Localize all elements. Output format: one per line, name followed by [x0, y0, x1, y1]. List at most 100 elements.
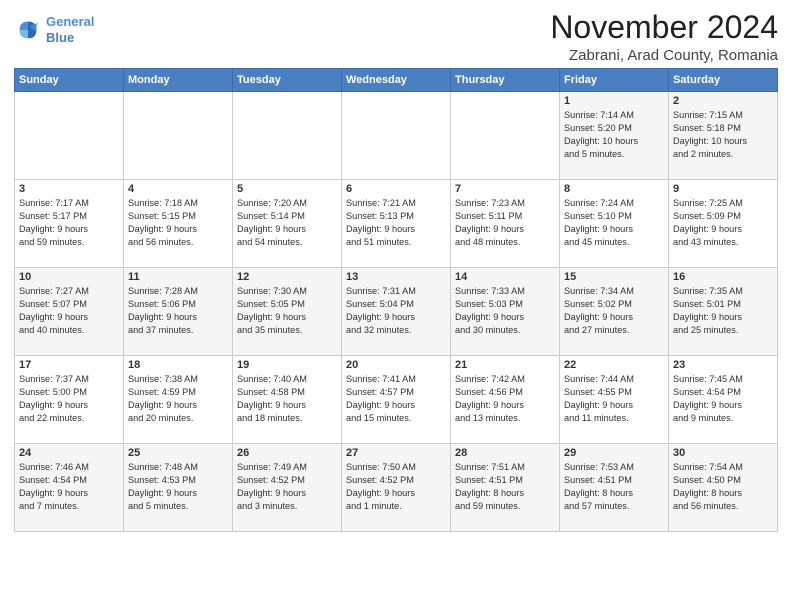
calendar-cell: 12Sunrise: 7:30 AM Sunset: 5:05 PM Dayli… — [233, 268, 342, 356]
day-number: 13 — [346, 271, 446, 283]
calendar-cell — [15, 92, 124, 180]
calendar-cell: 27Sunrise: 7:50 AM Sunset: 4:52 PM Dayli… — [342, 444, 451, 532]
day-info: Sunrise: 7:35 AM Sunset: 5:01 PM Dayligh… — [673, 285, 773, 337]
calendar-week-row: 17 Sunrise: 7:37 AM Sunset: 5:00 PM Dayli… — [15, 356, 778, 444]
day-info: Sunrise: 7:25 AM Sunset: 5:09 PM Dayligh… — [673, 197, 773, 249]
day-number: 9 — [673, 183, 773, 195]
day-number: 7 — [455, 183, 555, 195]
page: General Blue November 2024 Zabrani, Arad… — [0, 0, 792, 612]
calendar-cell: 14 Sunrise: 7:33 AM Sunset: 5:03 PM Dayli… — [451, 268, 560, 356]
calendar-cell: 29 Sunrise: 7:53 AM Sunset: 4:51 PM Dayli… — [560, 444, 669, 532]
logo-blue: Blue — [46, 30, 74, 45]
day-number: 1 — [564, 95, 664, 107]
weekday-header: Sunday — [15, 69, 124, 92]
title-section: November 2024 Zabrani, Arad County, Roma… — [550, 10, 778, 64]
calendar-cell: 15 Sunrise: 7:34 AM Sunset: 5:02 PM Dayli… — [560, 268, 669, 356]
calendar-cell: 23 Sunrise: 7:45 AM Sunset: 4:54 PM Dayli… — [669, 356, 778, 444]
calendar-cell: 1Sunrise: 7:14 AM Sunset: 5:20 PM Daylig… — [560, 92, 669, 180]
day-info: Sunrise: 7:37 AM Sunset: 5:00 PM Dayligh… — [19, 373, 119, 425]
calendar-cell: 3Sunrise: 7:17 AM Sunset: 5:17 PM Daylig… — [15, 180, 124, 268]
calendar-cell: 4 Sunrise: 7:18 AM Sunset: 5:15 PM Daylig… — [124, 180, 233, 268]
weekday-header: Wednesday — [342, 69, 451, 92]
day-number: 15 — [564, 271, 664, 283]
day-info: Sunrise: 7:42 AM Sunset: 4:56 PM Dayligh… — [455, 373, 555, 425]
day-info: Sunrise: 7:48 AM Sunset: 4:53 PM Dayligh… — [128, 461, 228, 513]
weekday-header: Thursday — [451, 69, 560, 92]
weekday-header: Friday — [560, 69, 669, 92]
day-info: Sunrise: 7:20 AM Sunset: 5:14 PM Dayligh… — [237, 197, 337, 249]
day-info: Sunrise: 7:44 AM Sunset: 4:55 PM Dayligh… — [564, 373, 664, 425]
day-info: Sunrise: 7:54 AM Sunset: 4:50 PM Dayligh… — [673, 461, 773, 513]
header: General Blue November 2024 Zabrani, Arad… — [14, 10, 778, 64]
calendar-cell: 18 Sunrise: 7:38 AM Sunset: 4:59 PM Dayli… — [124, 356, 233, 444]
day-number: 3 — [19, 183, 119, 195]
day-number: 29 — [564, 447, 664, 459]
calendar-cell: 10 Sunrise: 7:27 AM Sunset: 5:07 PM Dayli… — [15, 268, 124, 356]
day-number: 4 — [128, 183, 228, 195]
calendar-cell: 16 Sunrise: 7:35 AM Sunset: 5:01 PM Dayli… — [669, 268, 778, 356]
day-number: 16 — [673, 271, 773, 283]
day-number: 10 — [19, 271, 119, 283]
calendar-cell: 26Sunrise: 7:49 AM Sunset: 4:52 PM Dayli… — [233, 444, 342, 532]
day-info: Sunrise: 7:27 AM Sunset: 5:07 PM Dayligh… — [19, 285, 119, 337]
calendar-cell: 30 Sunrise: 7:54 AM Sunset: 4:50 PM Dayli… — [669, 444, 778, 532]
calendar-cell: 13 Sunrise: 7:31 AM Sunset: 5:04 PM Dayli… — [342, 268, 451, 356]
day-number: 12 — [237, 271, 337, 283]
day-info: Sunrise: 7:51 AM Sunset: 4:51 PM Dayligh… — [455, 461, 555, 513]
calendar-cell — [233, 92, 342, 180]
day-info: Sunrise: 7:38 AM Sunset: 4:59 PM Dayligh… — [128, 373, 228, 425]
day-info: Sunrise: 7:45 AM Sunset: 4:54 PM Dayligh… — [673, 373, 773, 425]
day-number: 20 — [346, 359, 446, 371]
day-number: 2 — [673, 95, 773, 107]
day-number: 14 — [455, 271, 555, 283]
calendar-cell: 11Sunrise: 7:28 AM Sunset: 5:06 PM Dayli… — [124, 268, 233, 356]
day-info: Sunrise: 7:24 AM Sunset: 5:10 PM Dayligh… — [564, 197, 664, 249]
calendar-cell — [124, 92, 233, 180]
day-info: Sunrise: 7:18 AM Sunset: 5:15 PM Dayligh… — [128, 197, 228, 249]
month-title: November 2024 — [550, 10, 778, 45]
day-number: 19 — [237, 359, 337, 371]
day-number: 8 — [564, 183, 664, 195]
calendar-cell: 5 Sunrise: 7:20 AM Sunset: 5:14 PM Daylig… — [233, 180, 342, 268]
day-info: Sunrise: 7:28 AM Sunset: 5:06 PM Dayligh… — [128, 285, 228, 337]
weekday-header: Tuesday — [233, 69, 342, 92]
calendar-cell: 24Sunrise: 7:46 AM Sunset: 4:54 PM Dayli… — [15, 444, 124, 532]
day-number: 25 — [128, 447, 228, 459]
calendar-cell: 2 Sunrise: 7:15 AM Sunset: 5:18 PM Daylig… — [669, 92, 778, 180]
day-info: Sunrise: 7:53 AM Sunset: 4:51 PM Dayligh… — [564, 461, 664, 513]
day-number: 30 — [673, 447, 773, 459]
calendar-cell — [451, 92, 560, 180]
weekday-header: Monday — [124, 69, 233, 92]
calendar-cell: 20 Sunrise: 7:41 AM Sunset: 4:57 PM Dayli… — [342, 356, 451, 444]
calendar-cell: 9 Sunrise: 7:25 AM Sunset: 5:09 PM Daylig… — [669, 180, 778, 268]
logo-icon — [14, 16, 42, 44]
calendar-cell: 19 Sunrise: 7:40 AM Sunset: 4:58 PM Dayli… — [233, 356, 342, 444]
calendar-cell: 25 Sunrise: 7:48 AM Sunset: 4:53 PM Dayli… — [124, 444, 233, 532]
weekday-header: Saturday — [669, 69, 778, 92]
calendar-table: SundayMondayTuesdayWednesdayThursdayFrid… — [14, 68, 778, 532]
calendar-cell: 28Sunrise: 7:51 AM Sunset: 4:51 PM Dayli… — [451, 444, 560, 532]
day-number: 5 — [237, 183, 337, 195]
calendar-week-row: 10 Sunrise: 7:27 AM Sunset: 5:07 PM Dayli… — [15, 268, 778, 356]
day-info: Sunrise: 7:23 AM Sunset: 5:11 PM Dayligh… — [455, 197, 555, 249]
day-info: Sunrise: 7:15 AM Sunset: 5:18 PM Dayligh… — [673, 109, 773, 161]
day-number: 6 — [346, 183, 446, 195]
day-info: Sunrise: 7:34 AM Sunset: 5:02 PM Dayligh… — [564, 285, 664, 337]
logo-text: General Blue — [46, 14, 94, 45]
calendar-cell: 21Sunrise: 7:42 AM Sunset: 4:56 PM Dayli… — [451, 356, 560, 444]
weekday-header-row: SundayMondayTuesdayWednesdayThursdayFrid… — [15, 69, 778, 92]
day-info: Sunrise: 7:41 AM Sunset: 4:57 PM Dayligh… — [346, 373, 446, 425]
day-number: 18 — [128, 359, 228, 371]
day-info: Sunrise: 7:40 AM Sunset: 4:58 PM Dayligh… — [237, 373, 337, 425]
logo-general: General — [46, 14, 94, 29]
day-number: 23 — [673, 359, 773, 371]
calendar-week-row: 1Sunrise: 7:14 AM Sunset: 5:20 PM Daylig… — [15, 92, 778, 180]
day-info: Sunrise: 7:21 AM Sunset: 5:13 PM Dayligh… — [346, 197, 446, 249]
day-info: Sunrise: 7:33 AM Sunset: 5:03 PM Dayligh… — [455, 285, 555, 337]
calendar-cell: 17 Sunrise: 7:37 AM Sunset: 5:00 PM Dayli… — [15, 356, 124, 444]
day-info: Sunrise: 7:49 AM Sunset: 4:52 PM Dayligh… — [237, 461, 337, 513]
location-title: Zabrani, Arad County, Romania — [550, 47, 778, 64]
day-info: Sunrise: 7:31 AM Sunset: 5:04 PM Dayligh… — [346, 285, 446, 337]
day-number: 17 — [19, 359, 119, 371]
calendar-cell: 8 Sunrise: 7:24 AM Sunset: 5:10 PM Daylig… — [560, 180, 669, 268]
